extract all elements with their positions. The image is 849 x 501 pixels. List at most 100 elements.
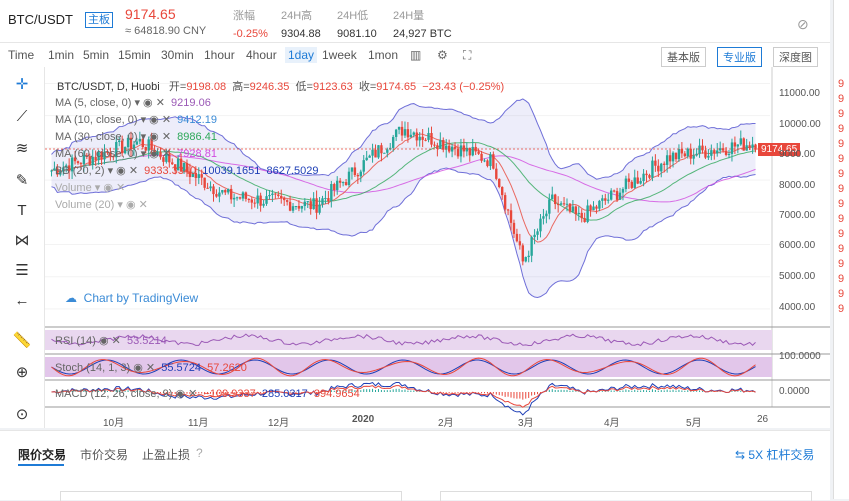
candle — [530, 237, 533, 256]
candle — [695, 153, 698, 156]
trend-line-icon[interactable]: ⟋ — [12, 107, 32, 127]
candle — [657, 165, 660, 172]
tf-1min[interactable]: 1min — [48, 48, 74, 62]
candle — [424, 139, 427, 141]
candle — [677, 148, 681, 160]
amount-input[interactable] — [440, 491, 812, 501]
y-tick: 4000.00 — [779, 302, 816, 313]
crosshair-icon[interactable]: ✛ — [12, 75, 32, 95]
leverage-link[interactable]: ⇆ 5X 杠杆交易 — [735, 446, 814, 463]
candle — [241, 192, 245, 199]
open-value: 9198.08 — [186, 81, 227, 93]
candle-type-icon[interactable]: ▥ — [410, 48, 421, 62]
candle — [521, 245, 525, 262]
macd-axis-label: 0.0000 — [779, 386, 810, 397]
candle — [374, 149, 377, 158]
depth-chart-button[interactable]: 深度图 — [773, 47, 818, 67]
tf-1mon[interactable]: 1mon — [368, 48, 398, 62]
orderbook-price: 9 — [838, 228, 845, 240]
candle — [686, 148, 689, 157]
candle — [280, 195, 283, 199]
help-icon[interactable]: ? — [196, 446, 203, 460]
candle — [265, 196, 268, 204]
candle — [545, 213, 548, 217]
tab-market-order[interactable]: 市价交易 — [80, 446, 128, 463]
orderbook-price: 9 — [838, 93, 845, 105]
bollinger-fill — [51, 98, 756, 298]
pattern-icon[interactable]: ⋈ — [12, 231, 32, 251]
candle — [500, 186, 504, 196]
x-tick: 12月 — [268, 418, 290, 429]
text-tool-icon[interactable]: T — [12, 201, 32, 221]
candle — [229, 188, 233, 200]
rsi-legend[interactable]: RSI (14) ◉ ✕ 53.5214 — [55, 334, 167, 347]
stoch-legend[interactable]: Stoch (14, 1, 3) ◉ ✕ 55.5724 57.2620 — [55, 361, 247, 374]
tf-30min[interactable]: 30min — [161, 48, 194, 62]
tf-1day[interactable]: 1day — [285, 47, 318, 63]
tf-time[interactable]: Time — [8, 48, 34, 62]
candle — [665, 155, 669, 165]
tf-1hour[interactable]: 1hour — [204, 48, 235, 62]
candle — [477, 151, 480, 154]
ma30-legend[interactable]: MA (30, close, 0) ▾ ◉ ✕ 8986.41 — [55, 130, 217, 143]
candle — [403, 129, 407, 136]
bb-legend[interactable]: BB (20, 2) ▾ ◉ ✕ 9333.3340 10039.1651 86… — [55, 164, 319, 177]
tab-stop-order[interactable]: 止盈止损 — [142, 446, 190, 463]
candle — [203, 177, 206, 188]
candle — [727, 153, 731, 155]
orderbook-price: 9 — [838, 213, 845, 225]
version-basic[interactable]: 基本版 — [661, 47, 706, 67]
candle — [604, 198, 607, 201]
brush-icon[interactable]: ✎ — [12, 171, 32, 191]
candle — [247, 198, 251, 200]
fib-icon[interactable]: ☰ — [12, 261, 32, 281]
candle — [589, 205, 592, 211]
candle — [671, 152, 675, 162]
volume20-legend[interactable]: Volume (20) ▾ ◉ ✕ — [55, 198, 148, 211]
drawing-toolbar: ✛ ⟋ ≋ ✎ T ⋈ ☰ ← 📏 ⊕ ⊙ — [0, 67, 45, 428]
version-pro[interactable]: 专业版 — [717, 47, 762, 67]
candle — [368, 155, 371, 158]
y-tick: 11000.00 — [779, 88, 820, 99]
favorite-off-icon[interactable]: ⊘ — [797, 16, 809, 33]
candle — [338, 180, 342, 183]
ma10-legend[interactable]: MA (10, close, 0) ▾ ◉ ✕ 9412.19 — [55, 113, 217, 126]
tf-1week[interactable]: 1week — [322, 48, 357, 62]
macd-legend[interactable]: MACD (12, 26, close, 9) ◉ ✕ −109.9337 28… — [55, 387, 360, 400]
price-chart[interactable]: BTC/USDT, D, Huobi 开=9198.08 高=9246.35 低… — [45, 67, 830, 429]
magnet-icon[interactable]: ⊙ — [12, 405, 32, 425]
orderbook-price: 9 — [838, 168, 845, 180]
price-input[interactable] — [60, 491, 402, 501]
candle — [680, 148, 684, 154]
candle — [595, 206, 598, 209]
tradingview-watermark[interactable]: ☁ Chart by TradingView — [65, 291, 198, 305]
candle — [751, 144, 754, 148]
ma60-legend[interactable]: MA (60, close, 0) ▾ ◉ ✕ 7928.81 — [55, 147, 217, 160]
zoom-in-icon[interactable]: ⊕ — [12, 363, 32, 383]
candle — [209, 186, 212, 189]
candle — [282, 198, 286, 201]
orderbook-price: 9 — [838, 243, 845, 255]
tf-15min[interactable]: 15min — [118, 48, 151, 62]
candle — [456, 148, 460, 157]
pair-name[interactable]: BTC/USDT — [8, 12, 73, 27]
fullscreen-icon[interactable]: ⛶ — [463, 48, 471, 63]
tf-4hour[interactable]: 4hour — [246, 48, 277, 62]
candle — [704, 150, 707, 158]
volume-legend[interactable]: Volume ▾ ◉ ✕ — [55, 181, 125, 194]
candle — [512, 222, 516, 234]
orderbook-price: 9 — [838, 78, 845, 90]
candle — [733, 142, 737, 147]
tf-5min[interactable]: 5min — [83, 48, 109, 62]
back-arrow-icon[interactable]: ← — [12, 291, 32, 311]
settings-icon[interactable]: ⚙ — [437, 48, 448, 62]
ma5-legend[interactable]: MA (5, close, 0) ▾ ◉ ✕ 9219.06 — [55, 96, 211, 109]
candle — [471, 146, 474, 156]
ruler-icon[interactable]: 📏 — [12, 331, 32, 351]
tab-limit-order[interactable]: 限价交易 — [18, 446, 66, 463]
candle — [256, 195, 259, 204]
candle — [698, 145, 701, 154]
parallel-lines-icon[interactable]: ≋ — [12, 139, 32, 159]
candle — [465, 147, 469, 152]
candle — [683, 153, 687, 157]
